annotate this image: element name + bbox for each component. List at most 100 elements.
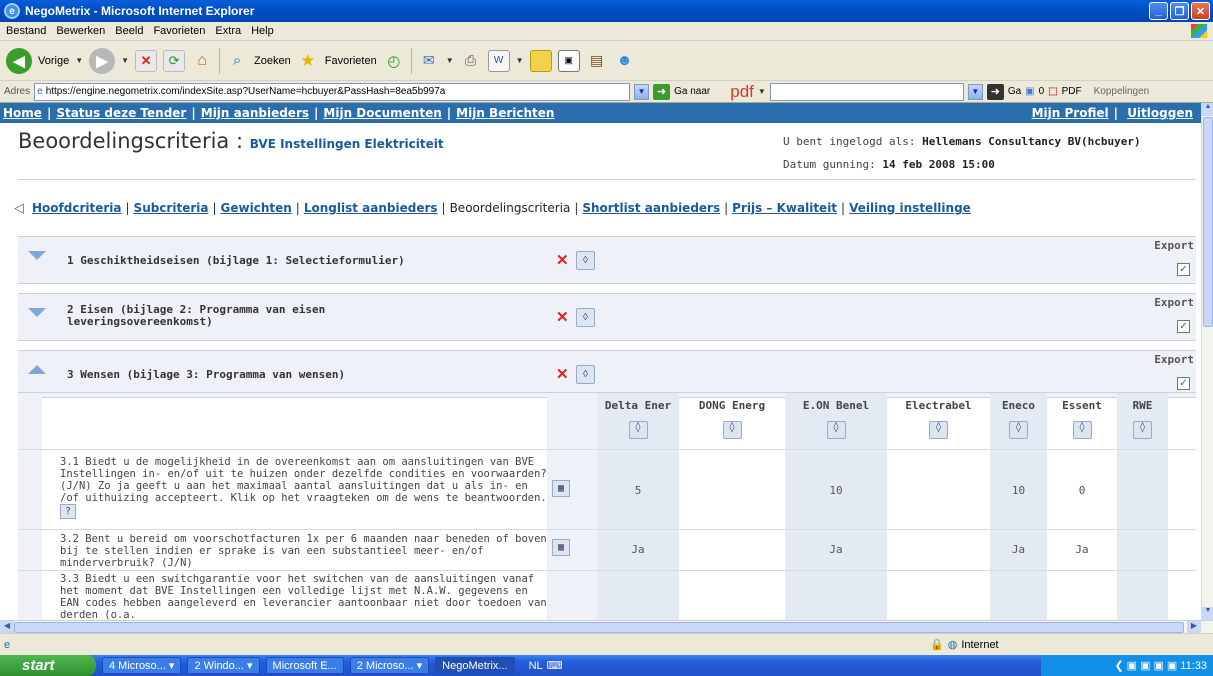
favorites-button-label[interactable]: Favorieten [325, 55, 377, 67]
close-button[interactable]: ✕ [1191, 2, 1210, 20]
criterion-row[interactable]: 2 Eisen (bijlage 2: Programma van eisen … [18, 293, 1196, 341]
scrollbar-thumb[interactable] [1203, 117, 1213, 327]
question-text: 3.1 Biedt u de mogelijkheid in de overee… [60, 456, 547, 519]
score-cell: Ja [631, 543, 645, 556]
window-titlebar[interactable]: e NegoMetrix - Microsoft Internet Explor… [0, 0, 1213, 22]
horizontal-scrollbar[interactable]: ◀ ▶ [0, 620, 1213, 634]
pdf-search-input[interactable] [769, 82, 964, 101]
forward-arrow-icon[interactable]: ▶ [89, 47, 116, 74]
drop-icon[interactable]: ◊ [628, 421, 648, 439]
word-icon[interactable]: W [487, 49, 510, 72]
taskbar-item[interactable]: 2 Windo... ▾ [187, 657, 260, 674]
refresh-icon[interactable]: ⟳ [163, 49, 186, 72]
taskbar-item[interactable]: Microsoft E... [265, 657, 344, 674]
language-indicator[interactable]: NL [529, 660, 543, 672]
menu-beeld[interactable]: Beeld [113, 25, 151, 37]
drop-icon[interactable]: ◊ [826, 421, 846, 439]
pdf-dropdown-icon[interactable]: ▼ [758, 87, 766, 96]
expand-chevron-icon[interactable] [28, 308, 46, 318]
supplier-column-header: Eneco ◊ [990, 399, 1047, 439]
export-checkbox[interactable]: ✓ [1177, 320, 1190, 333]
stop-icon[interactable]: ✕ [135, 49, 158, 72]
pdf-button-label[interactable]: PDF [1062, 86, 1082, 97]
taskbar-item[interactable]: 4 Microso... ▾ [102, 657, 182, 674]
restore-button[interactable]: ❐ [1170, 2, 1189, 20]
menu-extra[interactable]: Extra [213, 25, 249, 37]
pdf-go-label[interactable]: Ga [1008, 86, 1021, 97]
taskbar-item[interactable]: NegoMetrix... [435, 657, 515, 674]
home-icon[interactable]: ⌂ [191, 50, 213, 72]
clock: 11:33 [1180, 659, 1207, 672]
supplier-column-header: E.ON Benel ◊ [785, 399, 887, 439]
export-checkbox[interactable]: ✓ [1177, 377, 1190, 390]
collapse-chevron-icon[interactable] [28, 365, 46, 375]
menu-help[interactable]: Help [249, 25, 282, 37]
criterion-row[interactable]: 3 Wensen (bijlage 3: Programma van wense… [18, 350, 1196, 398]
edit-dropdown-icon[interactable]: ▼ [516, 56, 524, 65]
links-label[interactable]: Koppelingen [1094, 86, 1150, 97]
forward-dropdown-icon[interactable]: ▼ [121, 56, 129, 65]
mail-icon[interactable]: ✉ [418, 50, 440, 72]
drop-icon[interactable]: ◊ [1133, 421, 1152, 439]
tray-app-icon[interactable]: ▣ [1127, 659, 1137, 672]
page-status-icon: e [4, 638, 11, 651]
drop-icon[interactable]: ◊ [1072, 421, 1092, 439]
pdf-go-icon[interactable]: ➜ [986, 83, 1004, 100]
export-checkbox[interactable]: ✓ [1177, 263, 1190, 276]
discuss-icon[interactable]: ▣ [557, 49, 580, 72]
url-dropdown-icon[interactable]: ▼ [634, 83, 650, 100]
criteria-container: 1 Geschiktheidseisen (bijlage 1: Selecti… [0, 103, 1201, 620]
go-arrow-icon[interactable]: ➜ [653, 83, 671, 100]
menu-bewerken[interactable]: Bewerken [54, 25, 113, 37]
criterion-row[interactable]: 1 Geschiktheidseisen (bijlage 1: Selecti… [18, 236, 1196, 284]
calculator-icon[interactable]: ▦ [552, 480, 570, 497]
start-button[interactable]: start [0, 655, 96, 676]
table-row: 3.1 Biedt u de mogelijkheid in de overee… [18, 449, 1196, 529]
taskbar-item[interactable]: 2 Microso... ▾ [349, 657, 430, 674]
minimize-button[interactable]: _ [1149, 2, 1168, 20]
drop-icon[interactable]: ◊ [1009, 421, 1028, 439]
keyboard-icon[interactable]: ⌨ [547, 659, 563, 672]
search-button-label[interactable]: Zoeken [254, 55, 291, 67]
menu-favorieten[interactable]: Favorieten [151, 25, 213, 37]
tray-app-icon[interactable]: ▣ [1153, 659, 1163, 672]
messenger-icon[interactable]: ☻ [614, 50, 636, 72]
drop-icon[interactable]: ◊ [576, 251, 595, 270]
print-icon[interactable]: ⎙ [460, 50, 482, 72]
scroll-up-icon[interactable]: ▲ [1202, 103, 1213, 116]
drop-icon[interactable]: ◊ [722, 421, 742, 439]
supplier-column-header: Electrabel ◊ [887, 399, 990, 439]
drop-icon[interactable]: ◊ [929, 421, 948, 439]
delete-icon[interactable]: ✕ [556, 365, 569, 383]
hscrollbar-thumb[interactable] [14, 622, 1184, 633]
url-input[interactable]: e https://engine.negometrix.com/indexSit… [34, 82, 631, 101]
calculator-icon[interactable]: ▦ [552, 539, 570, 556]
tray-arrow-icon[interactable]: ❮ [1114, 659, 1123, 672]
go-button-label[interactable]: Ga naar [674, 86, 710, 97]
back-button-label[interactable]: Vorige [38, 55, 69, 67]
search-icon[interactable]: ⌕ [226, 50, 248, 72]
research-icon[interactable]: ▤ [586, 50, 608, 72]
pdf-search-dropdown-icon[interactable]: ▼ [967, 83, 983, 100]
delete-icon[interactable]: ✕ [556, 251, 569, 269]
supplier-column-header: DONG Energ ◊ [679, 399, 785, 439]
help-question-icon[interactable]: ? [60, 504, 76, 519]
menu-bestand[interactable]: Bestand [4, 25, 54, 37]
pdf-toolbar-label[interactable]: pdf [730, 82, 754, 102]
tray-app-icon[interactable]: ▣ [1140, 659, 1150, 672]
favorites-star-icon[interactable]: ★ [297, 50, 319, 72]
folder-icon[interactable] [529, 49, 552, 72]
vertical-scrollbar[interactable]: ▲ ▼ [1201, 103, 1213, 620]
security-zone: 🔒 ◍ Internet [930, 638, 999, 652]
scroll-down-icon[interactable]: ▼ [1202, 607, 1213, 620]
history-icon[interactable]: ◴ [383, 50, 405, 72]
mail-dropdown-icon[interactable]: ▼ [446, 56, 454, 65]
back-dropdown-icon[interactable]: ▼ [75, 56, 83, 65]
criterion-title: 2 Eisen (bijlage 2: Programma van eisen … [67, 303, 326, 328]
expand-chevron-icon[interactable] [28, 251, 46, 261]
delete-icon[interactable]: ✕ [556, 308, 569, 326]
drop-icon[interactable]: ◊ [576, 308, 595, 327]
back-arrow-icon[interactable]: ◀ [6, 47, 32, 74]
drop-icon[interactable]: ◊ [576, 365, 595, 384]
tray-app-icon[interactable]: ▣ [1167, 659, 1177, 672]
